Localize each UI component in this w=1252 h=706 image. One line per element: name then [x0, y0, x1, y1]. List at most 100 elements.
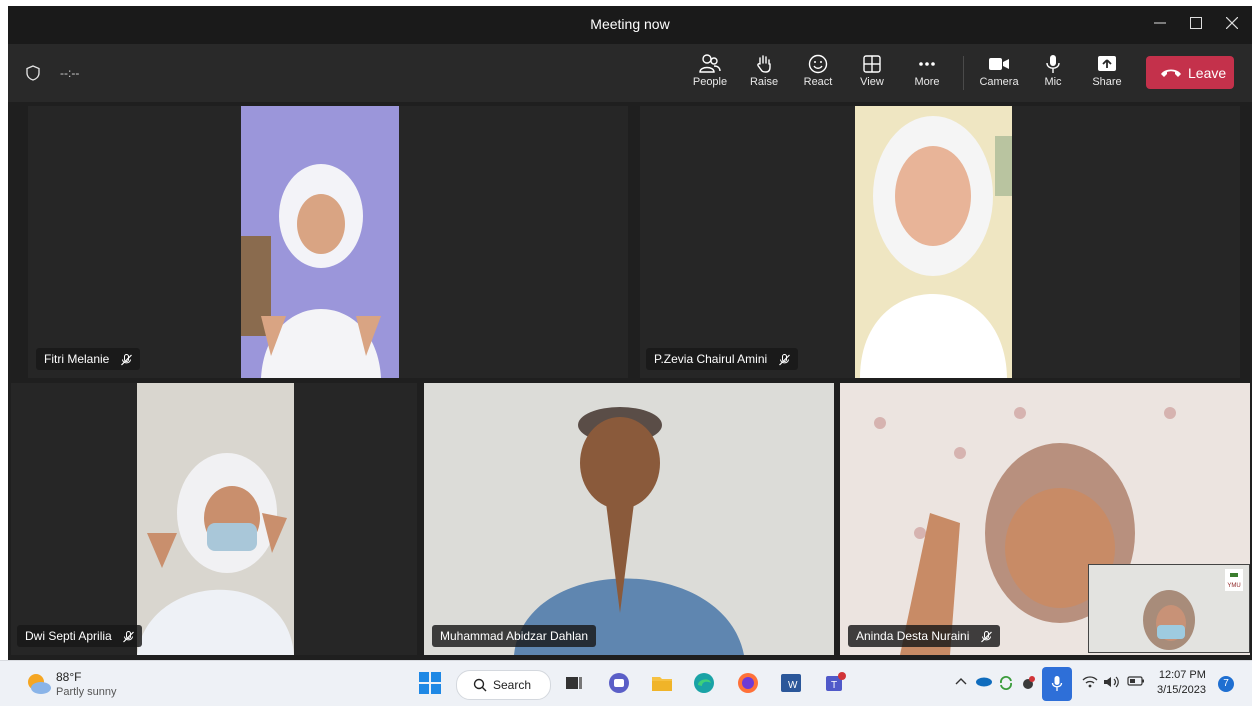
- mic-muted-icon: [778, 353, 790, 366]
- camera-label: Camera: [979, 76, 1019, 88]
- mic-muted-icon: [123, 630, 134, 643]
- word-button[interactable]: W: [777, 669, 805, 697]
- volume-tray[interactable]: [1103, 675, 1121, 692]
- raise-hand-button[interactable]: Raise: [738, 52, 790, 98]
- mic-muted-icon: [120, 353, 132, 366]
- raise-hand-icon: [757, 55, 771, 73]
- window-title: Meeting now: [590, 16, 670, 32]
- firefox-icon: [738, 673, 758, 693]
- svg-text:W: W: [788, 680, 798, 691]
- react-button[interactable]: React: [792, 52, 844, 98]
- participant-tile[interactable]: Muhammad Abidzar Dahlan: [424, 383, 834, 655]
- battery-tray[interactable]: [1127, 675, 1145, 690]
- share-button[interactable]: Share: [1081, 52, 1133, 98]
- participant-name-tag: Aninda Desta Nuraini: [848, 625, 1000, 647]
- shield-icon[interactable]: [26, 65, 40, 81]
- participant-name-tag: Dwi Septi Aprilia: [17, 625, 143, 647]
- weather-partly-sunny-icon[interactable]: [24, 670, 52, 696]
- camera-button[interactable]: Camera: [973, 52, 1025, 98]
- firefox-button[interactable]: [734, 669, 762, 697]
- title-bar: Meeting now: [8, 6, 1252, 44]
- participant-video: [855, 106, 1012, 378]
- leave-button[interactable]: Leave: [1146, 56, 1234, 89]
- share-screen-icon: [1098, 56, 1116, 71]
- participant-tile[interactable]: Dwi Septi Aprilia: [11, 383, 417, 655]
- participant-tile[interactable]: Fitri Melanie: [28, 106, 628, 378]
- app-tray-icon[interactable]: [1020, 675, 1036, 694]
- chat-app-button[interactable]: [605, 669, 633, 697]
- chat-icon: [609, 673, 629, 693]
- self-view-video[interactable]: YMU: [1088, 564, 1250, 653]
- word-icon: W: [781, 674, 801, 692]
- onedrive-cloud-icon: [976, 677, 992, 687]
- task-view-button[interactable]: [560, 669, 588, 697]
- close-button[interactable]: [1214, 11, 1250, 39]
- participant-name: P.Zevia Chairul Amini: [654, 352, 768, 366]
- weather-description[interactable]: Partly sunny: [56, 686, 117, 698]
- mic-muted-icon: [980, 630, 992, 643]
- svg-text:T: T: [831, 680, 837, 691]
- teams-icon: T: [826, 672, 846, 691]
- show-hidden-icons-button[interactable]: [955, 675, 967, 689]
- clock-date: 3/15/2023: [1157, 684, 1206, 696]
- windows-logo-icon: [419, 672, 441, 694]
- participant-tile[interactable]: P.Zevia Chairul Amini: [640, 106, 1240, 378]
- participant-name-tag: P.Zevia Chairul Amini: [646, 348, 798, 370]
- people-label: People: [692, 76, 728, 88]
- task-view-icon: [566, 677, 582, 689]
- microphone-icon: [1046, 55, 1060, 73]
- more-label: More: [914, 76, 940, 88]
- minimize-button[interactable]: [1142, 11, 1178, 39]
- view-button[interactable]: View: [846, 52, 898, 98]
- file-explorer-button[interactable]: [648, 669, 676, 697]
- search-icon: [473, 678, 487, 692]
- weather-temperature[interactable]: 88°F: [56, 670, 81, 684]
- taskbar-search[interactable]: Search: [456, 670, 551, 700]
- search-label: Search: [493, 678, 532, 692]
- participant-name: Aninda Desta Nuraini: [856, 629, 970, 643]
- teams-button[interactable]: T: [821, 669, 849, 697]
- mic-button[interactable]: Mic: [1027, 52, 1079, 98]
- participant-video: [241, 106, 399, 378]
- sync-tray[interactable]: [998, 675, 1014, 694]
- camera-icon: [989, 58, 1009, 70]
- leave-label: Leave: [1188, 65, 1227, 81]
- folder-icon: [652, 677, 672, 691]
- edge-browser-button[interactable]: [690, 669, 718, 697]
- view-grid-icon: [863, 55, 881, 73]
- toolbar-divider: [963, 56, 964, 90]
- view-label: View: [860, 76, 884, 88]
- raise-label: Raise: [749, 76, 779, 88]
- participant-name-tag: Muhammad Abidzar Dahlan: [432, 625, 597, 647]
- mic-in-use-tray[interactable]: [1042, 667, 1072, 701]
- share-label: Share: [1092, 76, 1122, 88]
- wifi-icon: [1082, 676, 1098, 688]
- hang-up-icon: [1161, 69, 1181, 77]
- start-button[interactable]: [416, 669, 444, 697]
- people-button[interactable]: People: [684, 52, 736, 98]
- battery-icon: [1127, 676, 1144, 686]
- taskbar-clock[interactable]: 12:07 PM 3/15/2023: [1157, 668, 1206, 698]
- edge-icon: [694, 673, 714, 693]
- microphone-icon: [1051, 676, 1063, 691]
- more-dots-icon: [919, 62, 935, 66]
- onedrive-tray[interactable]: [975, 675, 993, 690]
- notification-badge[interactable]: 7: [1218, 676, 1234, 692]
- chevron-up-icon: [955, 678, 967, 685]
- participant-video: [424, 383, 834, 655]
- maximize-button[interactable]: [1178, 11, 1214, 39]
- participant-name: Dwi Septi Aprilia: [25, 629, 112, 643]
- participant-name: Fitri Melanie: [44, 352, 110, 366]
- people-icon: [699, 54, 721, 73]
- more-button[interactable]: More: [901, 52, 953, 98]
- participant-video: [137, 383, 294, 655]
- participant-name: Muhammad Abidzar Dahlan: [440, 629, 589, 643]
- react-smiley-icon: [808, 54, 828, 74]
- participant-name-tag: Fitri Melanie: [36, 348, 140, 370]
- react-label: React: [803, 76, 833, 88]
- wifi-tray[interactable]: [1082, 675, 1098, 692]
- bug-icon: [1023, 676, 1035, 689]
- sync-icon: [1000, 676, 1012, 690]
- participant-tile[interactable]: YMU Aninda Desta Nuraini: [840, 383, 1250, 655]
- self-view-logo: YMU: [1227, 583, 1240, 589]
